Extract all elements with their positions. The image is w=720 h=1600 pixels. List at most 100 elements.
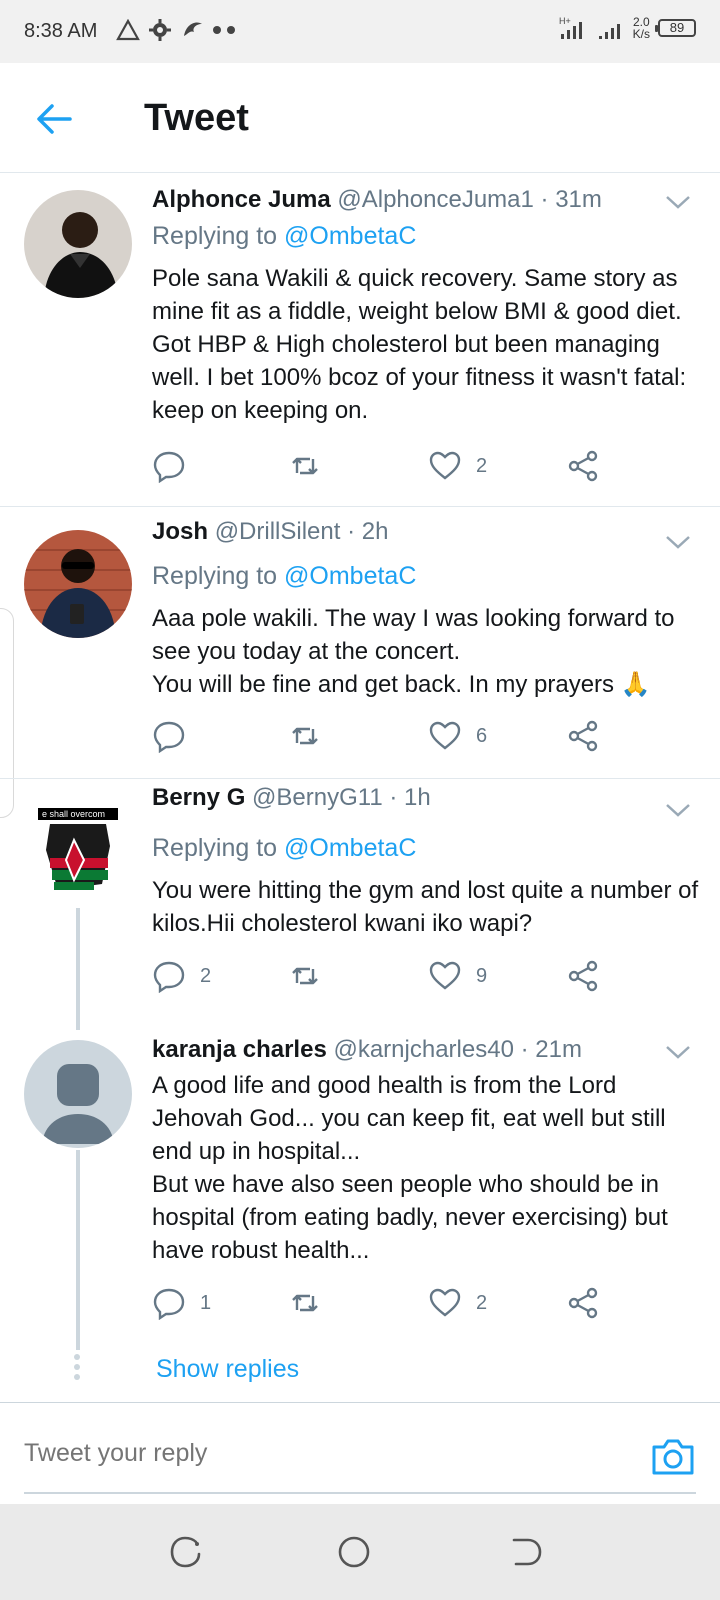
tweet-text: Aaa pole wakili. The way I was looking f…: [152, 605, 675, 698]
tweet-text: Pole sana Wakili & quick recovery. Same …: [152, 265, 687, 424]
thread-connector: [76, 900, 80, 1030]
reply-icon: [153, 961, 185, 993]
chevron-down-icon[interactable]: [664, 192, 692, 212]
retweet-icon: [292, 967, 318, 985]
top-app-bar: Tweet: [0, 63, 720, 173]
share-button[interactable]: [566, 959, 600, 993]
like-button[interactable]: 9: [428, 959, 487, 993]
reply-composer: [0, 1402, 720, 1504]
status-time: 8:38 AM: [24, 20, 98, 42]
reply-button[interactable]: [152, 449, 200, 483]
heart-icon: [429, 721, 461, 750]
show-replies-link[interactable]: Show replies: [156, 1355, 299, 1384]
tweet-text: A good life and good health is from the …: [152, 1072, 668, 1264]
signal-2-icon: [598, 24, 620, 39]
camera-icon[interactable]: [650, 1435, 696, 1477]
tweet-author-line: Josh @DrillSilent · 2h: [152, 518, 388, 546]
author-name[interactable]: Berny G: [152, 784, 245, 811]
edge-panel-handle[interactable]: [0, 608, 14, 818]
network-speed: 2.0 K/s: [632, 15, 650, 41]
like-count: 9: [476, 964, 488, 987]
reply-count: 1: [200, 1291, 212, 1314]
author-name[interactable]: Alphonce Juma: [152, 186, 331, 213]
author-name[interactable]: Josh: [152, 518, 208, 545]
author-handle: @DrillSilent: [214, 518, 341, 545]
gear-icon: [149, 19, 171, 41]
thread-connector: [76, 1150, 80, 1350]
heart-icon: [429, 451, 461, 480]
like-button[interactable]: 6: [428, 719, 487, 753]
chevron-down-icon[interactable]: [664, 532, 692, 552]
divider: [0, 778, 720, 779]
recent-apps-icon[interactable]: [168, 1534, 204, 1570]
thread-dots: [74, 1354, 82, 1384]
back-nav-icon[interactable]: [508, 1534, 544, 1570]
tweet-text: You were hitting the gym and lost quite …: [152, 877, 699, 937]
like-count: 2: [476, 454, 488, 477]
avatar[interactable]: [24, 530, 132, 638]
tweet-time: · 1h: [389, 784, 431, 811]
like-count: 2: [476, 1291, 488, 1314]
reply-input-underline: [24, 1492, 696, 1494]
reply-button[interactable]: [152, 719, 200, 753]
tweet-time: · 2h: [347, 518, 389, 545]
warning-triangle-icon: [116, 19, 140, 41]
retweet-icon: [292, 457, 318, 475]
share-button[interactable]: [566, 719, 600, 753]
share-button[interactable]: [566, 1286, 600, 1320]
author-name[interactable]: karanja charles: [152, 1036, 327, 1063]
tweet-actions: 2: [152, 449, 612, 485]
heart-icon: [429, 961, 461, 990]
retweet-button[interactable]: [288, 719, 322, 753]
retweet-icon: [292, 1294, 318, 1312]
author-handle: @karnjcharles40: [333, 1036, 514, 1063]
reply-icon: [153, 1288, 185, 1320]
status-notification-icons: [116, 18, 238, 42]
reply-input[interactable]: [24, 1439, 584, 1468]
tweet-time: · 31m: [540, 186, 602, 213]
retweet-button[interactable]: [288, 959, 322, 993]
svg-text:H+: H+: [559, 16, 571, 26]
mention-link[interactable]: @OmbetaC: [284, 834, 416, 862]
like-button[interactable]: 2: [428, 1286, 487, 1320]
retweet-button[interactable]: [288, 1286, 322, 1320]
divider: [0, 506, 720, 507]
tweet-author-line: karanja charles @karnjcharles40 · 21m: [152, 1036, 582, 1064]
avatar[interactable]: [24, 1040, 132, 1148]
reply-count: 2: [200, 964, 212, 987]
app-notification-icon: [184, 22, 202, 36]
chevron-down-icon[interactable]: [664, 1042, 692, 1062]
avatar[interactable]: [24, 190, 132, 298]
more-notifications-icon: [213, 26, 235, 34]
retweet-button[interactable]: [288, 449, 322, 483]
arrow-left-icon[interactable]: [34, 99, 74, 139]
reply-button[interactable]: 1: [152, 1286, 211, 1320]
heart-icon: [429, 1288, 461, 1317]
avatar[interactable]: e shall overcom: [24, 800, 132, 908]
share-button[interactable]: [566, 449, 600, 483]
tweet-author-line: Berny G @BernyG11 · 1h: [152, 784, 431, 812]
svg-text:e shall overcom: e shall overcom: [42, 809, 105, 819]
tweet-actions: 2 9: [152, 959, 612, 995]
reply-icon: [153, 721, 185, 753]
retweet-icon: [292, 727, 318, 745]
status-bar: 8:38 AM H+ 2.0 K/s 89: [0, 0, 720, 63]
share-icon: [568, 450, 598, 482]
tweet-actions: 1 2: [152, 1286, 612, 1322]
like-button[interactable]: 2: [428, 449, 487, 483]
replying-to: Replying to @OmbetaC: [152, 834, 417, 862]
battery-indicator: 89: [655, 19, 696, 37]
status-right-icons: H+ 2.0 K/s 89: [559, 16, 696, 40]
share-icon: [568, 960, 598, 992]
reply-button[interactable]: 2: [152, 959, 211, 993]
mention-link[interactable]: @OmbetaC: [284, 562, 416, 590]
like-count: 6: [476, 724, 488, 747]
home-icon[interactable]: [336, 1534, 372, 1570]
page-title: Tweet: [144, 97, 249, 139]
mention-link[interactable]: @OmbetaC: [284, 222, 416, 250]
tweet-author-line: Alphonce Juma @AlphonceJuma1 · 31m: [152, 186, 602, 214]
tweet-time: · 21m: [520, 1036, 582, 1063]
chevron-down-icon[interactable]: [664, 800, 692, 820]
author-handle: @AlphonceJuma1: [337, 186, 534, 213]
replying-to: Replying to @OmbetaC: [152, 222, 417, 250]
